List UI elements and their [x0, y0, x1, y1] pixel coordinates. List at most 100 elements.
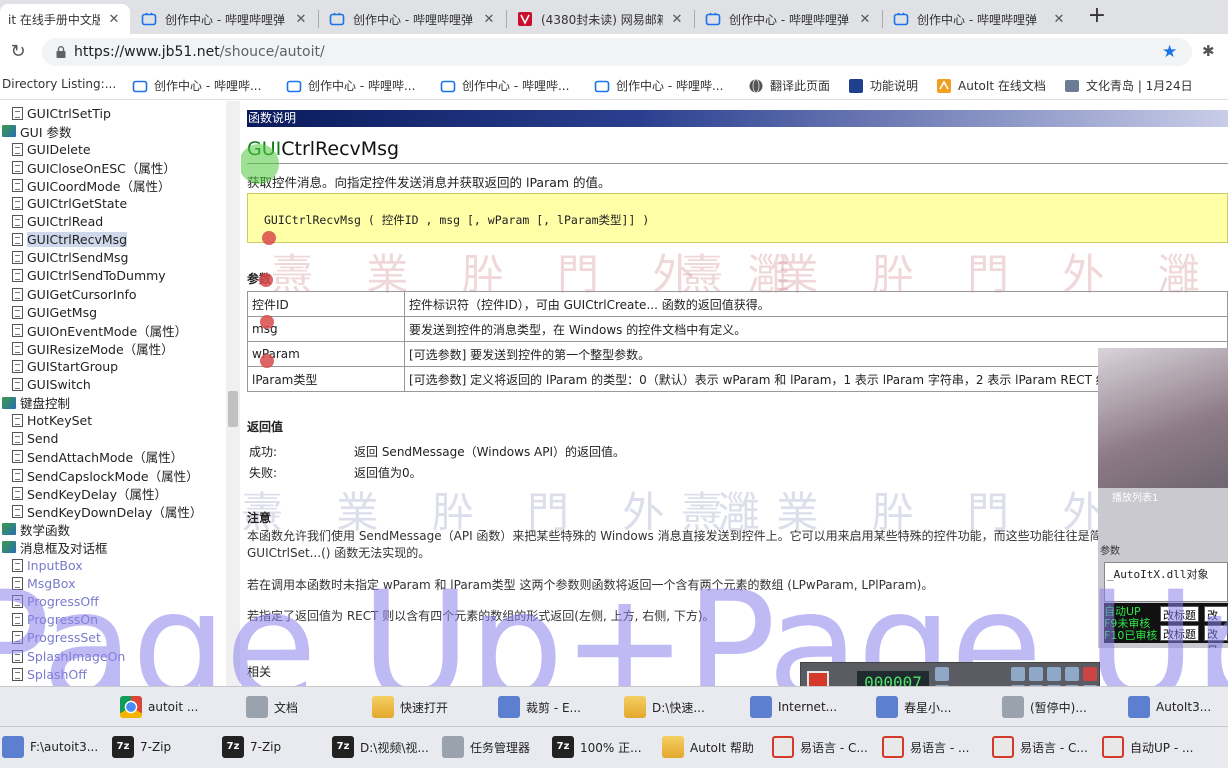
tab-bilibili-2[interactable]: 创作中心 - 哔哩哔哩弹 ✕ — [321, 4, 505, 34]
bookmark-translate[interactable]: 翻译此页面 — [748, 77, 830, 94]
bookmark-label: 创作中心 - 哔哩哔... — [616, 79, 724, 93]
tree-item[interactable]: GUIStartGroup — [12, 357, 118, 375]
taskbar-item[interactable]: 快速打开 — [372, 687, 448, 727]
bilibili-icon — [705, 12, 721, 26]
taskbar-item[interactable]: 易语言 - ... — [882, 727, 969, 767]
taskbar-item[interactable]: 易语言 - C... — [772, 727, 868, 767]
lock-icon[interactable] — [54, 45, 68, 59]
bookmark-wenhua-qingdao[interactable]: 文化青岛 | 1月24日 — [1064, 77, 1193, 94]
taskbar-item[interactable]: autoit ... — [120, 687, 198, 727]
webcam-icon[interactable] — [1011, 667, 1025, 681]
tree-item[interactable]: MsgBox — [12, 575, 75, 593]
tree-item[interactable]: GUIGetCursorInfo — [12, 285, 137, 303]
taskbar-item[interactable]: 自动UP - ... — [1102, 727, 1193, 767]
tree-item-label: SendAttachMode（属性） — [27, 450, 184, 466]
url-text[interactable]: https://www.jb51.net/shouce/autoit/ — [74, 44, 325, 60]
taskbar-item[interactable]: (暂停中)... — [1002, 687, 1087, 727]
bookmark-bilibili-4[interactable]: 创作中心 - 哔哩哔... — [594, 77, 723, 94]
tree-item[interactable]: HotKeySet — [12, 412, 92, 430]
rename-title-button[interactable]: 改标题 — [1160, 625, 1199, 641]
tree-item-label: HotKeySet — [27, 413, 93, 429]
tree-item-label: ProgressSet — [27, 630, 101, 646]
tree-item[interactable]: GUIGetMsg — [12, 303, 97, 321]
change-date-button[interactable]: 改日 — [1204, 625, 1228, 648]
tree-item[interactable]: GUICloseOnESC（属性） — [12, 158, 176, 176]
tree-item[interactable]: SendKeyDownDelay（属性） — [12, 502, 202, 520]
tree-item[interactable]: SendKeyDelay（属性） — [12, 484, 167, 502]
close-icon[interactable] — [1083, 667, 1097, 681]
tree-item[interactable]: GUISwitch — [12, 376, 91, 394]
bookmark-bilibili-2[interactable]: 创作中心 - 哔哩哔... — [286, 77, 415, 94]
tree-item[interactable]: ProgressOff — [12, 593, 99, 611]
tree-item[interactable]: GUIResizeMode（属性） — [12, 339, 174, 357]
taskbar-item[interactable]: 7z 100% 正... — [552, 727, 642, 767]
bookmark-autoit-docs[interactable]: AutoIt 在线文档 — [936, 77, 1046, 94]
tree-item[interactable]: ProgressSet — [12, 629, 101, 647]
taskbar-item[interactable]: 裁剪 - E... — [498, 687, 581, 727]
tree-item[interactable]: GUICtrlRead — [12, 213, 103, 231]
tree-item[interactable]: GUICtrlSendMsg — [12, 249, 128, 267]
taskbar-item[interactable]: AutoIt3... — [1128, 687, 1211, 727]
reload-button[interactable]: ↻ — [8, 42, 28, 62]
close-icon[interactable]: ✕ — [481, 12, 497, 27]
tree-item[interactable]: GUICtrlRecvMsg — [12, 231, 128, 249]
bookmark-features[interactable]: 功能说明 — [848, 77, 918, 94]
taskbar-item[interactable]: F:\autoit3... — [2, 727, 98, 767]
video-thumbnail — [1098, 348, 1228, 488]
extensions-icon[interactable]: ✱ — [1202, 42, 1215, 60]
bookmark-star-icon[interactable]: ★ — [1162, 42, 1177, 62]
tab-bilibili-1[interactable]: 创作中心 - 哔哩哔哩弹 ✕ — [133, 4, 317, 34]
taskbar-item[interactable]: AutoIt 帮助 — [662, 727, 754, 767]
taskbar-item-label: 易语言 - C... — [800, 740, 868, 755]
bookmark-directory-listing[interactable]: Directory Listing:... — [2, 77, 116, 91]
tree-item[interactable]: InputBox — [12, 557, 83, 575]
speaker-icon[interactable] — [935, 667, 949, 681]
taskbar-item[interactable]: 春星小... — [876, 687, 951, 727]
tree-item[interactable]: SendAttachMode（属性） — [12, 448, 183, 466]
address-bar[interactable]: https://www.jb51.net/shouce/autoit/ ★ — [42, 38, 1192, 66]
tree-item[interactable]: GUIOnEventMode（属性） — [12, 321, 187, 339]
tab-bilibili-3[interactable]: 创作中心 - 哔哩哔哩弹 ✕ — [697, 4, 881, 34]
scrollbar-thumb[interactable] — [228, 391, 238, 427]
bookmark-bilibili-3[interactable]: 创作中心 - 哔哩哔... — [440, 77, 569, 94]
folder-icon[interactable] — [1029, 667, 1043, 681]
settings-icon[interactable] — [1047, 667, 1061, 681]
tree-item[interactable]: 键盘控制 — [2, 394, 70, 412]
tree-item[interactable]: SplashOff — [12, 665, 87, 683]
taskbar-item[interactable]: 7z D:\视频\视... — [332, 727, 429, 767]
tab-autoit-manual[interactable]: it 在线手册中文版 ✕ — [0, 4, 130, 34]
close-icon[interactable]: ✕ — [293, 12, 309, 27]
tree-item[interactable]: GUICtrlGetState — [12, 195, 127, 213]
pen-icon[interactable] — [1065, 667, 1079, 681]
taskbar-item[interactable]: 任务管理器 — [442, 727, 530, 767]
close-icon[interactable]: ✕ — [669, 12, 685, 27]
taskbar-item[interactable]: 7z 7-Zip — [222, 727, 281, 767]
document-icon — [12, 233, 23, 247]
tree-scrollbar[interactable] — [226, 101, 240, 686]
bookmark-bilibili-1[interactable]: 创作中心 - 哔哩哔... — [132, 77, 261, 94]
tree-item[interactable]: 数学函数 — [2, 520, 70, 538]
tree-item[interactable]: GUIDelete — [12, 140, 91, 158]
tree-item[interactable]: GUICtrlSendToDummy — [12, 267, 166, 285]
tab-netease-mail[interactable]: (4380封未读) 网易邮箱 ✕ — [509, 4, 693, 34]
taskbar-item[interactable]: 文档 — [246, 687, 298, 727]
tree-item[interactable]: SplashImageOn — [12, 647, 125, 665]
tree-item[interactable]: Send — [12, 430, 58, 448]
taskbar-item[interactable]: Internet... — [750, 687, 837, 727]
taskbar-item[interactable]: 易语言 - C... — [992, 727, 1088, 767]
tree-item[interactable]: GUICtrlSetTip — [12, 104, 111, 122]
rename-title-button[interactable]: 改标题 — [1160, 606, 1199, 622]
tree-item[interactable]: 消息框及对话框 — [2, 538, 108, 556]
close-icon[interactable]: ✕ — [857, 12, 873, 27]
new-tab-button[interactable]: + — [1086, 5, 1108, 28]
tree-item[interactable]: GUICoordMode（属性） — [12, 176, 170, 194]
change-date-button[interactable]: 改日 — [1204, 606, 1228, 638]
close-icon[interactable]: ✕ — [106, 12, 122, 27]
tree-item[interactable]: GUI 参数 — [2, 122, 72, 140]
taskbar-item[interactable]: 7z 7-Zip — [112, 727, 171, 767]
tab-bilibili-4[interactable]: 创作中心 - 哔哩哔哩弹 ✕ — [885, 4, 1075, 34]
taskbar-item[interactable]: D:\快速... — [624, 687, 705, 727]
tree-item[interactable]: SendCapslockMode（属性） — [12, 466, 199, 484]
close-icon[interactable]: ✕ — [1051, 12, 1067, 27]
tree-item[interactable]: ProgressOn — [12, 611, 98, 629]
